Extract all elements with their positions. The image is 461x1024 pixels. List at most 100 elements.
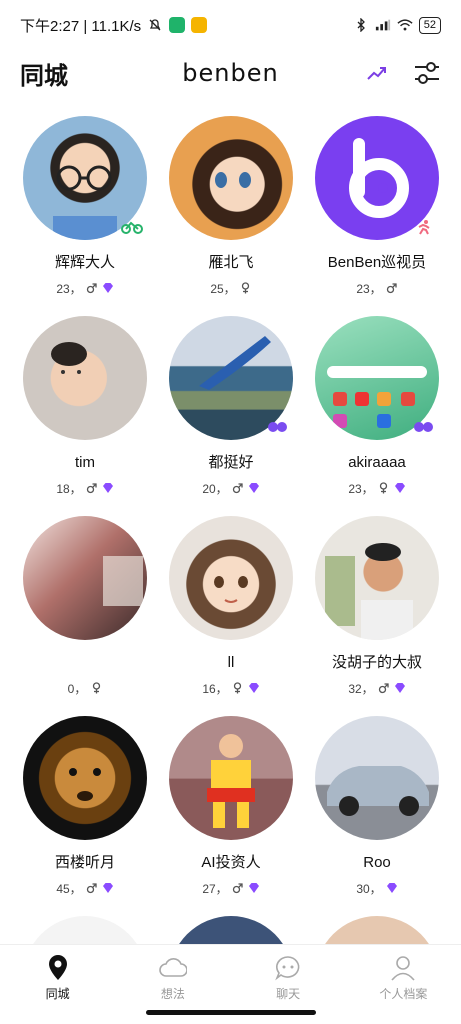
avatar-car-interior-image: [103, 556, 143, 606]
user-name: 辉辉大人: [54, 254, 115, 271]
bluetooth-icon: [353, 17, 369, 33]
user-name: 都挺好: [208, 454, 254, 471]
nav-label: 个人档案: [379, 987, 428, 1001]
partial-user-row: [12, 916, 450, 946]
avatar[interactable]: [23, 916, 147, 946]
user-card[interactable]: 雁北飞 25，: [158, 116, 304, 316]
diamond-icon: [102, 282, 114, 294]
nav-item-profile[interactable]: 个人档案: [346, 945, 461, 1024]
signal-icon: [375, 17, 391, 33]
cloud-icon: [158, 953, 188, 983]
user-name: ll: [227, 654, 235, 671]
user-name: 没胡子的大叔: [331, 654, 422, 671]
user-age: 32，: [348, 681, 374, 696]
avatar: [315, 516, 439, 640]
male-icon: [386, 282, 398, 294]
top-header: 同城 benben: [0, 50, 461, 96]
weibo-app-icon: [191, 17, 208, 33]
user-card[interactable]: Roo 30，: [304, 716, 450, 916]
avatar-man-photo-image: [325, 543, 413, 640]
bike-icon: [121, 220, 143, 234]
shield-app-icon: [169, 17, 186, 33]
user-card[interactable]: 辉辉大人 23，: [12, 116, 158, 316]
user-card[interactable]: 都挺好 20，: [158, 316, 304, 516]
user-name: tim: [75, 454, 95, 471]
avatar: [23, 516, 147, 640]
avatar: [169, 116, 293, 240]
diamond-icon: [394, 482, 406, 494]
user-name: 雁北飞: [208, 254, 254, 271]
user-card[interactable]: ll 16，: [158, 516, 304, 716]
status-bar: 下午2:27 | 11.1K/s 52: [0, 0, 461, 50]
user-name: AI投资人: [201, 854, 261, 871]
male-icon: [378, 682, 390, 694]
avatar-anime-woman-image: [214, 576, 248, 603]
user-age: 23，: [348, 481, 374, 496]
avatar-cheetah-image: [69, 768, 101, 801]
user-card[interactable]: 西楼听月 45，: [12, 716, 158, 916]
user-age: 45，: [56, 881, 82, 896]
nav-label: 同城: [45, 987, 70, 1001]
wifi-icon: [397, 17, 413, 33]
female-icon: [378, 482, 390, 494]
user-age: 16，: [202, 681, 228, 696]
user-age: 27，: [202, 881, 228, 896]
avatar[interactable]: [315, 916, 439, 946]
home-indicator[interactable]: [146, 1010, 316, 1015]
diamond-icon: [248, 682, 260, 694]
nav-label: 想法: [160, 987, 185, 1001]
user-card[interactable]: 0，: [12, 516, 158, 716]
user-age: 23，: [356, 281, 382, 296]
mute-bell-icon: [147, 17, 163, 33]
status-time: 下午2:27 | 11.1K/s: [20, 17, 142, 35]
dots-icon: [413, 420, 435, 434]
avatar-anime-girl-image: [215, 172, 251, 188]
user-card[interactable]: 没胡子的大叔 32，: [304, 516, 450, 716]
avatar: [169, 716, 293, 840]
user-name: BenBen巡视员: [327, 254, 427, 271]
nav-item-nearby[interactable]: 同城: [0, 945, 115, 1024]
avatar: [315, 716, 439, 840]
user-name: Roo: [363, 854, 391, 871]
male-icon: [86, 282, 98, 294]
avatar-car-image: [327, 766, 429, 816]
diamond-icon: [386, 882, 398, 894]
diamond-icon: [102, 482, 114, 494]
filter-button[interactable]: [413, 59, 441, 87]
female-icon: [232, 682, 244, 694]
female-icon: [90, 682, 102, 694]
trending-button[interactable]: [363, 59, 391, 87]
user-card[interactable]: AI投资人 27，: [158, 716, 304, 916]
male-icon: [232, 882, 244, 894]
avatar: [23, 716, 147, 840]
dots-icon: [267, 420, 289, 434]
battery-indicator: 52: [418, 16, 441, 34]
male-icon: [86, 482, 98, 494]
avatar-baby-image: [51, 342, 87, 374]
user-age: 25，: [210, 281, 236, 296]
user-age: 23，: [56, 281, 82, 296]
runner-icon: [413, 220, 435, 235]
user-age: 30，: [356, 881, 382, 896]
avatar[interactable]: [169, 916, 293, 946]
avatar: [169, 516, 293, 640]
profile-icon: [388, 953, 418, 983]
user-card[interactable]: BenBen巡视员 23，: [304, 116, 450, 316]
diamond-icon: [394, 682, 406, 694]
location-pin-icon: [43, 953, 73, 983]
female-icon: [240, 282, 252, 294]
page-title: 同城: [20, 62, 68, 90]
user-grid: 辉辉大人 23， 雁北飞 25， BenBen巡视员 23， tim 18， 都…: [12, 116, 450, 916]
user-card[interactable]: akiraaaa 23，: [304, 316, 450, 516]
nav-label: 聊天: [276, 987, 301, 1001]
user-age: 0，: [67, 681, 87, 696]
diamond-icon: [248, 882, 260, 894]
diamond-icon: [102, 882, 114, 894]
male-icon: [232, 482, 244, 494]
user-name: akiraaaa: [348, 454, 406, 471]
user-card[interactable]: tim 18，: [12, 316, 158, 516]
chat-icon: [273, 953, 303, 983]
sliders-icon: [415, 62, 439, 84]
user-age: 20，: [202, 481, 228, 496]
user-name: 西楼听月: [54, 854, 115, 871]
